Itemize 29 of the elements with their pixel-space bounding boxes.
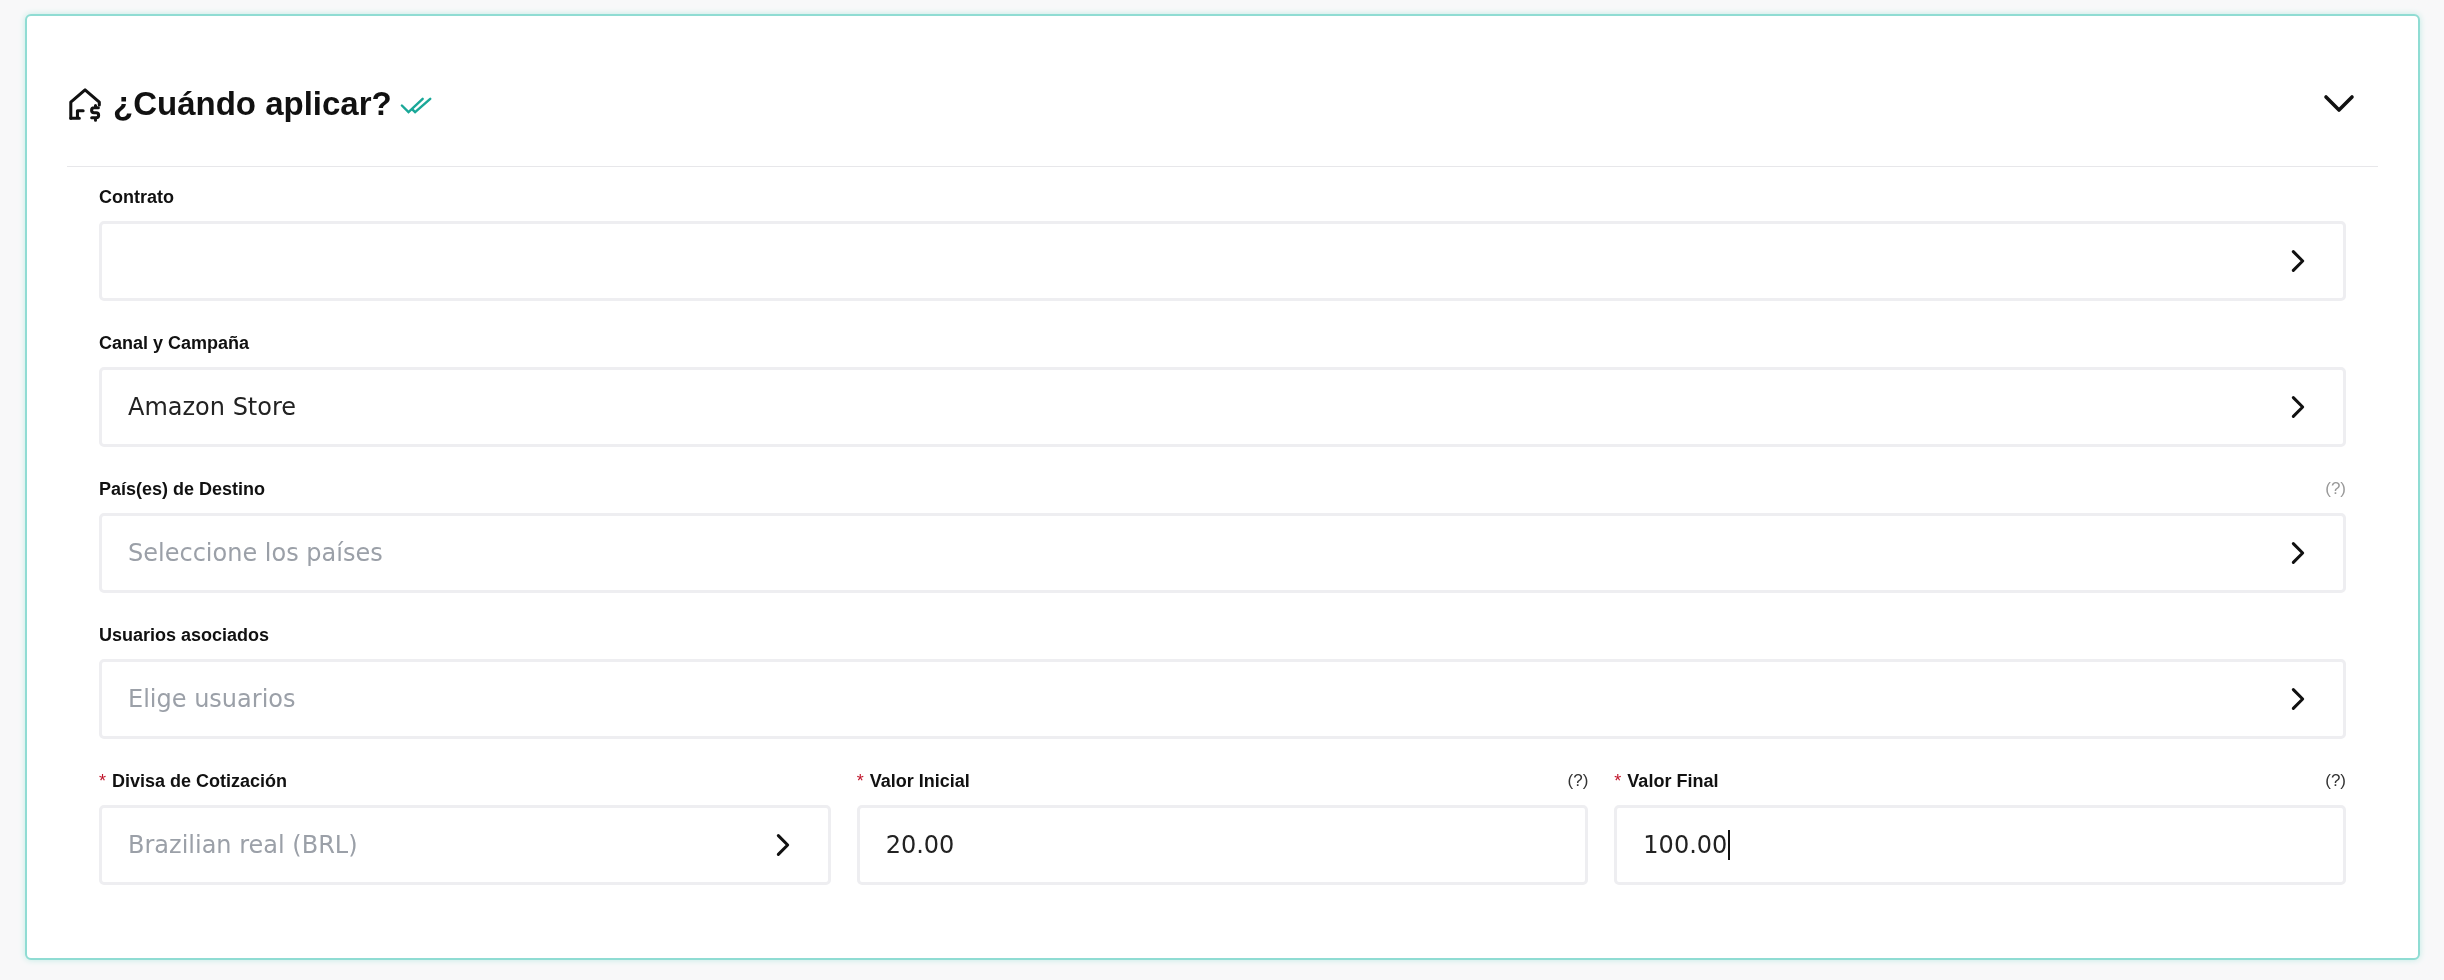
field-label: Valor Inicial	[869, 770, 970, 792]
field-placeholder: Seleccione los países	[128, 539, 383, 567]
field-placeholder: Elige usuarios	[128, 685, 296, 713]
required-asterisk: *	[856, 770, 864, 792]
select-field[interactable]: Amazon Store	[99, 367, 2346, 447]
field-label: País(es) de Destino	[99, 478, 266, 500]
chevron-right-icon	[2291, 395, 2305, 419]
required-asterisk: *	[1614, 770, 1622, 792]
input-field[interactable]: 100.00	[1614, 805, 2346, 885]
required-asterisk: *	[99, 770, 106, 792]
chevron-right-icon	[2291, 249, 2305, 273]
help-hint[interactable]: (?)	[2325, 771, 2346, 791]
field-label: Valor Final	[1627, 770, 1719, 792]
field-value: Amazon Store	[128, 393, 297, 421]
field-label: Canal y Campaña	[99, 332, 250, 354]
chevron-right-icon	[775, 833, 790, 857]
panel-title: ¿Cuándo aplicar?	[113, 85, 392, 123]
field-value: 20.00	[885, 831, 955, 859]
field-value: 100.00	[1643, 831, 1728, 859]
field-label: Divisa de Cotización	[112, 770, 288, 792]
chevron-right-icon	[2291, 541, 2305, 565]
input-field[interactable]: 20.00	[856, 805, 1589, 885]
select-field[interactable]	[99, 221, 2346, 301]
chevron-right-icon	[2291, 687, 2305, 711]
help-hint[interactable]: (?)	[1567, 771, 1589, 791]
field-label: Contrato	[99, 186, 174, 208]
chevron-down-icon	[2322, 94, 2356, 114]
field-label: Usuarios asociados	[99, 624, 270, 646]
field-placeholder: Brazilian real (BRL)	[128, 831, 358, 859]
